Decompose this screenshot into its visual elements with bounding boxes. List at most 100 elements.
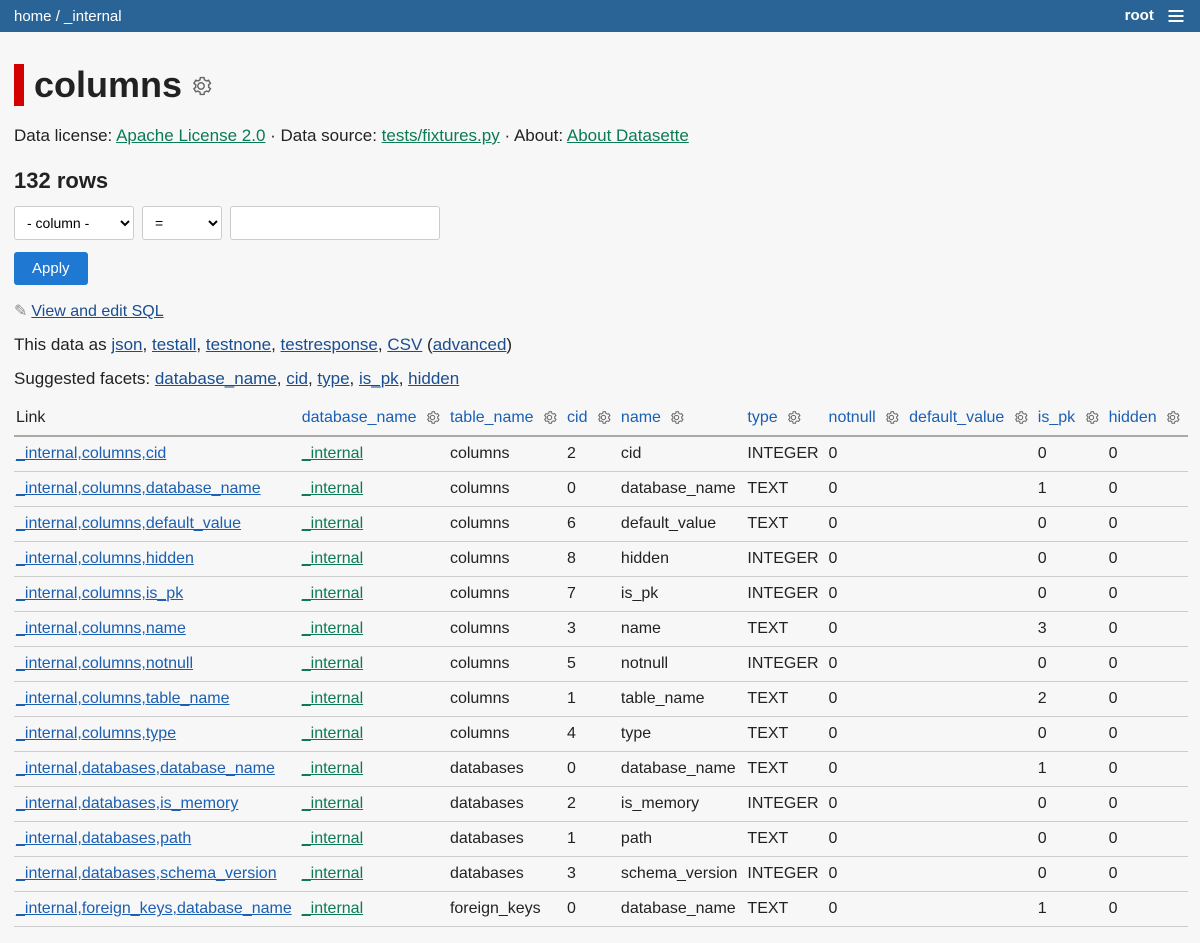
db-link[interactable]: _internal	[302, 830, 363, 847]
cell-type: TEXT	[745, 507, 826, 542]
col-type[interactable]: type	[745, 403, 826, 436]
cell-default_value	[907, 717, 1036, 752]
row-link[interactable]: _internal,databases,schema_version	[16, 865, 277, 882]
filter-op-select[interactable]: =	[142, 206, 222, 240]
crumb-home[interactable]: home	[14, 8, 52, 25]
col-default_value[interactable]: default_value	[907, 403, 1036, 436]
gear-icon[interactable]	[667, 409, 684, 427]
row-link[interactable]: _internal,columns,default_value	[16, 515, 241, 532]
filter-column-select[interactable]: - column -	[14, 206, 134, 240]
format-CSV[interactable]: CSV	[387, 335, 422, 354]
row-link[interactable]: _internal,foreign_keys,database_name	[16, 900, 292, 917]
db-link[interactable]: _internal	[302, 795, 363, 812]
db-link[interactable]: _internal	[302, 900, 363, 917]
gear-icon[interactable]	[423, 409, 440, 427]
cell-link: _internal,columns,name	[14, 612, 300, 647]
cell-database_name: _internal	[300, 612, 448, 647]
col-notnull[interactable]: notnull	[827, 403, 908, 436]
cell-database_name: _internal	[300, 472, 448, 507]
filter-row: - column - =	[14, 206, 1186, 240]
row-link[interactable]: _internal,databases,database_name	[16, 760, 275, 777]
row-link[interactable]: _internal,columns,cid	[16, 445, 166, 462]
facet-cid[interactable]: cid	[286, 369, 308, 388]
col-cid[interactable]: cid	[565, 403, 619, 436]
cell-notnull: 0	[827, 507, 908, 542]
col-name[interactable]: name	[619, 403, 746, 436]
cell-database_name: _internal	[300, 682, 448, 717]
format-json[interactable]: json	[111, 335, 142, 354]
menu-icon[interactable]	[1166, 6, 1186, 26]
filter-value-input[interactable]	[230, 206, 440, 240]
db-link[interactable]: _internal	[302, 480, 363, 497]
crumb-database[interactable]: _internal	[64, 8, 122, 25]
row-link[interactable]: _internal,columns,table_name	[16, 690, 229, 707]
db-link[interactable]: _internal	[302, 550, 363, 567]
view-sql-link[interactable]: View and edit SQL	[31, 303, 163, 320]
cell-type: TEXT	[745, 822, 826, 857]
cell-cid: 0	[565, 472, 619, 507]
gear-icon[interactable]	[540, 409, 557, 427]
user-link[interactable]: root	[1125, 7, 1154, 24]
col-is_pk[interactable]: is_pk	[1036, 403, 1107, 436]
cell-name: schema_version	[619, 857, 746, 892]
cell-name: database_name	[619, 892, 746, 927]
gear-icon[interactable]	[1163, 409, 1180, 427]
about-link[interactable]: About Datasette	[567, 126, 689, 145]
row-link[interactable]: _internal,databases,path	[16, 830, 191, 847]
db-link[interactable]: _internal	[302, 690, 363, 707]
col-database_name[interactable]: database_name	[300, 403, 448, 436]
cell-notnull: 0	[827, 822, 908, 857]
format-testnone[interactable]: testnone	[206, 335, 271, 354]
row-link[interactable]: _internal,columns,database_name	[16, 480, 261, 497]
breadcrumb: home / _internal	[14, 8, 122, 25]
row-link[interactable]: _internal,databases,is_memory	[16, 795, 238, 812]
row-link[interactable]: _internal,columns,type	[16, 725, 176, 742]
table-row: _internal,columns,name_internalcolumns3n…	[14, 612, 1188, 647]
gear-icon[interactable]	[190, 64, 212, 106]
facet-type[interactable]: type	[317, 369, 349, 388]
apply-button[interactable]: Apply	[14, 252, 88, 285]
license-link[interactable]: Apache License 2.0	[116, 126, 265, 145]
format-testall[interactable]: testall	[152, 335, 196, 354]
row-link[interactable]: _internal,columns,notnull	[16, 655, 193, 672]
col-table_name[interactable]: table_name	[448, 403, 565, 436]
cell-default_value	[907, 542, 1036, 577]
row-link[interactable]: _internal,columns,hidden	[16, 550, 194, 567]
cell-table_name: foreign_keys	[448, 892, 565, 927]
db-link[interactable]: _internal	[302, 620, 363, 637]
cell-name: name	[619, 612, 746, 647]
cell-name: database_name	[619, 752, 746, 787]
gear-icon[interactable]	[594, 409, 611, 427]
gear-icon[interactable]	[1011, 409, 1028, 427]
cell-table_name: databases	[448, 857, 565, 892]
facets-line: Suggested facets: database_name, cid, ty…	[14, 369, 1186, 389]
advanced-link[interactable]: advanced	[433, 335, 507, 354]
cell-link: _internal,columns,is_pk	[14, 577, 300, 612]
cell-default_value	[907, 892, 1036, 927]
db-link[interactable]: _internal	[302, 445, 363, 462]
cell-type: INTEGER	[745, 647, 826, 682]
db-link[interactable]: _internal	[302, 865, 363, 882]
facet-database_name[interactable]: database_name	[155, 369, 277, 388]
db-link[interactable]: _internal	[302, 515, 363, 532]
cell-name: default_value	[619, 507, 746, 542]
format-testresponse[interactable]: testresponse	[281, 335, 378, 354]
db-link[interactable]: _internal	[302, 655, 363, 672]
cell-type: TEXT	[745, 612, 826, 647]
source-link[interactable]: tests/fixtures.py	[382, 126, 500, 145]
gear-icon[interactable]	[784, 409, 801, 427]
cell-default_value	[907, 436, 1036, 472]
cell-is_pk: 3	[1036, 612, 1107, 647]
col-hidden[interactable]: hidden	[1107, 403, 1189, 436]
pencil-icon: ✎	[14, 303, 27, 320]
db-link[interactable]: _internal	[302, 725, 363, 742]
gear-icon[interactable]	[882, 409, 899, 427]
cell-is_pk: 0	[1036, 822, 1107, 857]
facet-hidden[interactable]: hidden	[408, 369, 459, 388]
row-link[interactable]: _internal,columns,name	[16, 620, 186, 637]
db-link[interactable]: _internal	[302, 760, 363, 777]
row-link[interactable]: _internal,columns,is_pk	[16, 585, 183, 602]
facet-is_pk[interactable]: is_pk	[359, 369, 399, 388]
gear-icon[interactable]	[1082, 409, 1099, 427]
db-link[interactable]: _internal	[302, 585, 363, 602]
